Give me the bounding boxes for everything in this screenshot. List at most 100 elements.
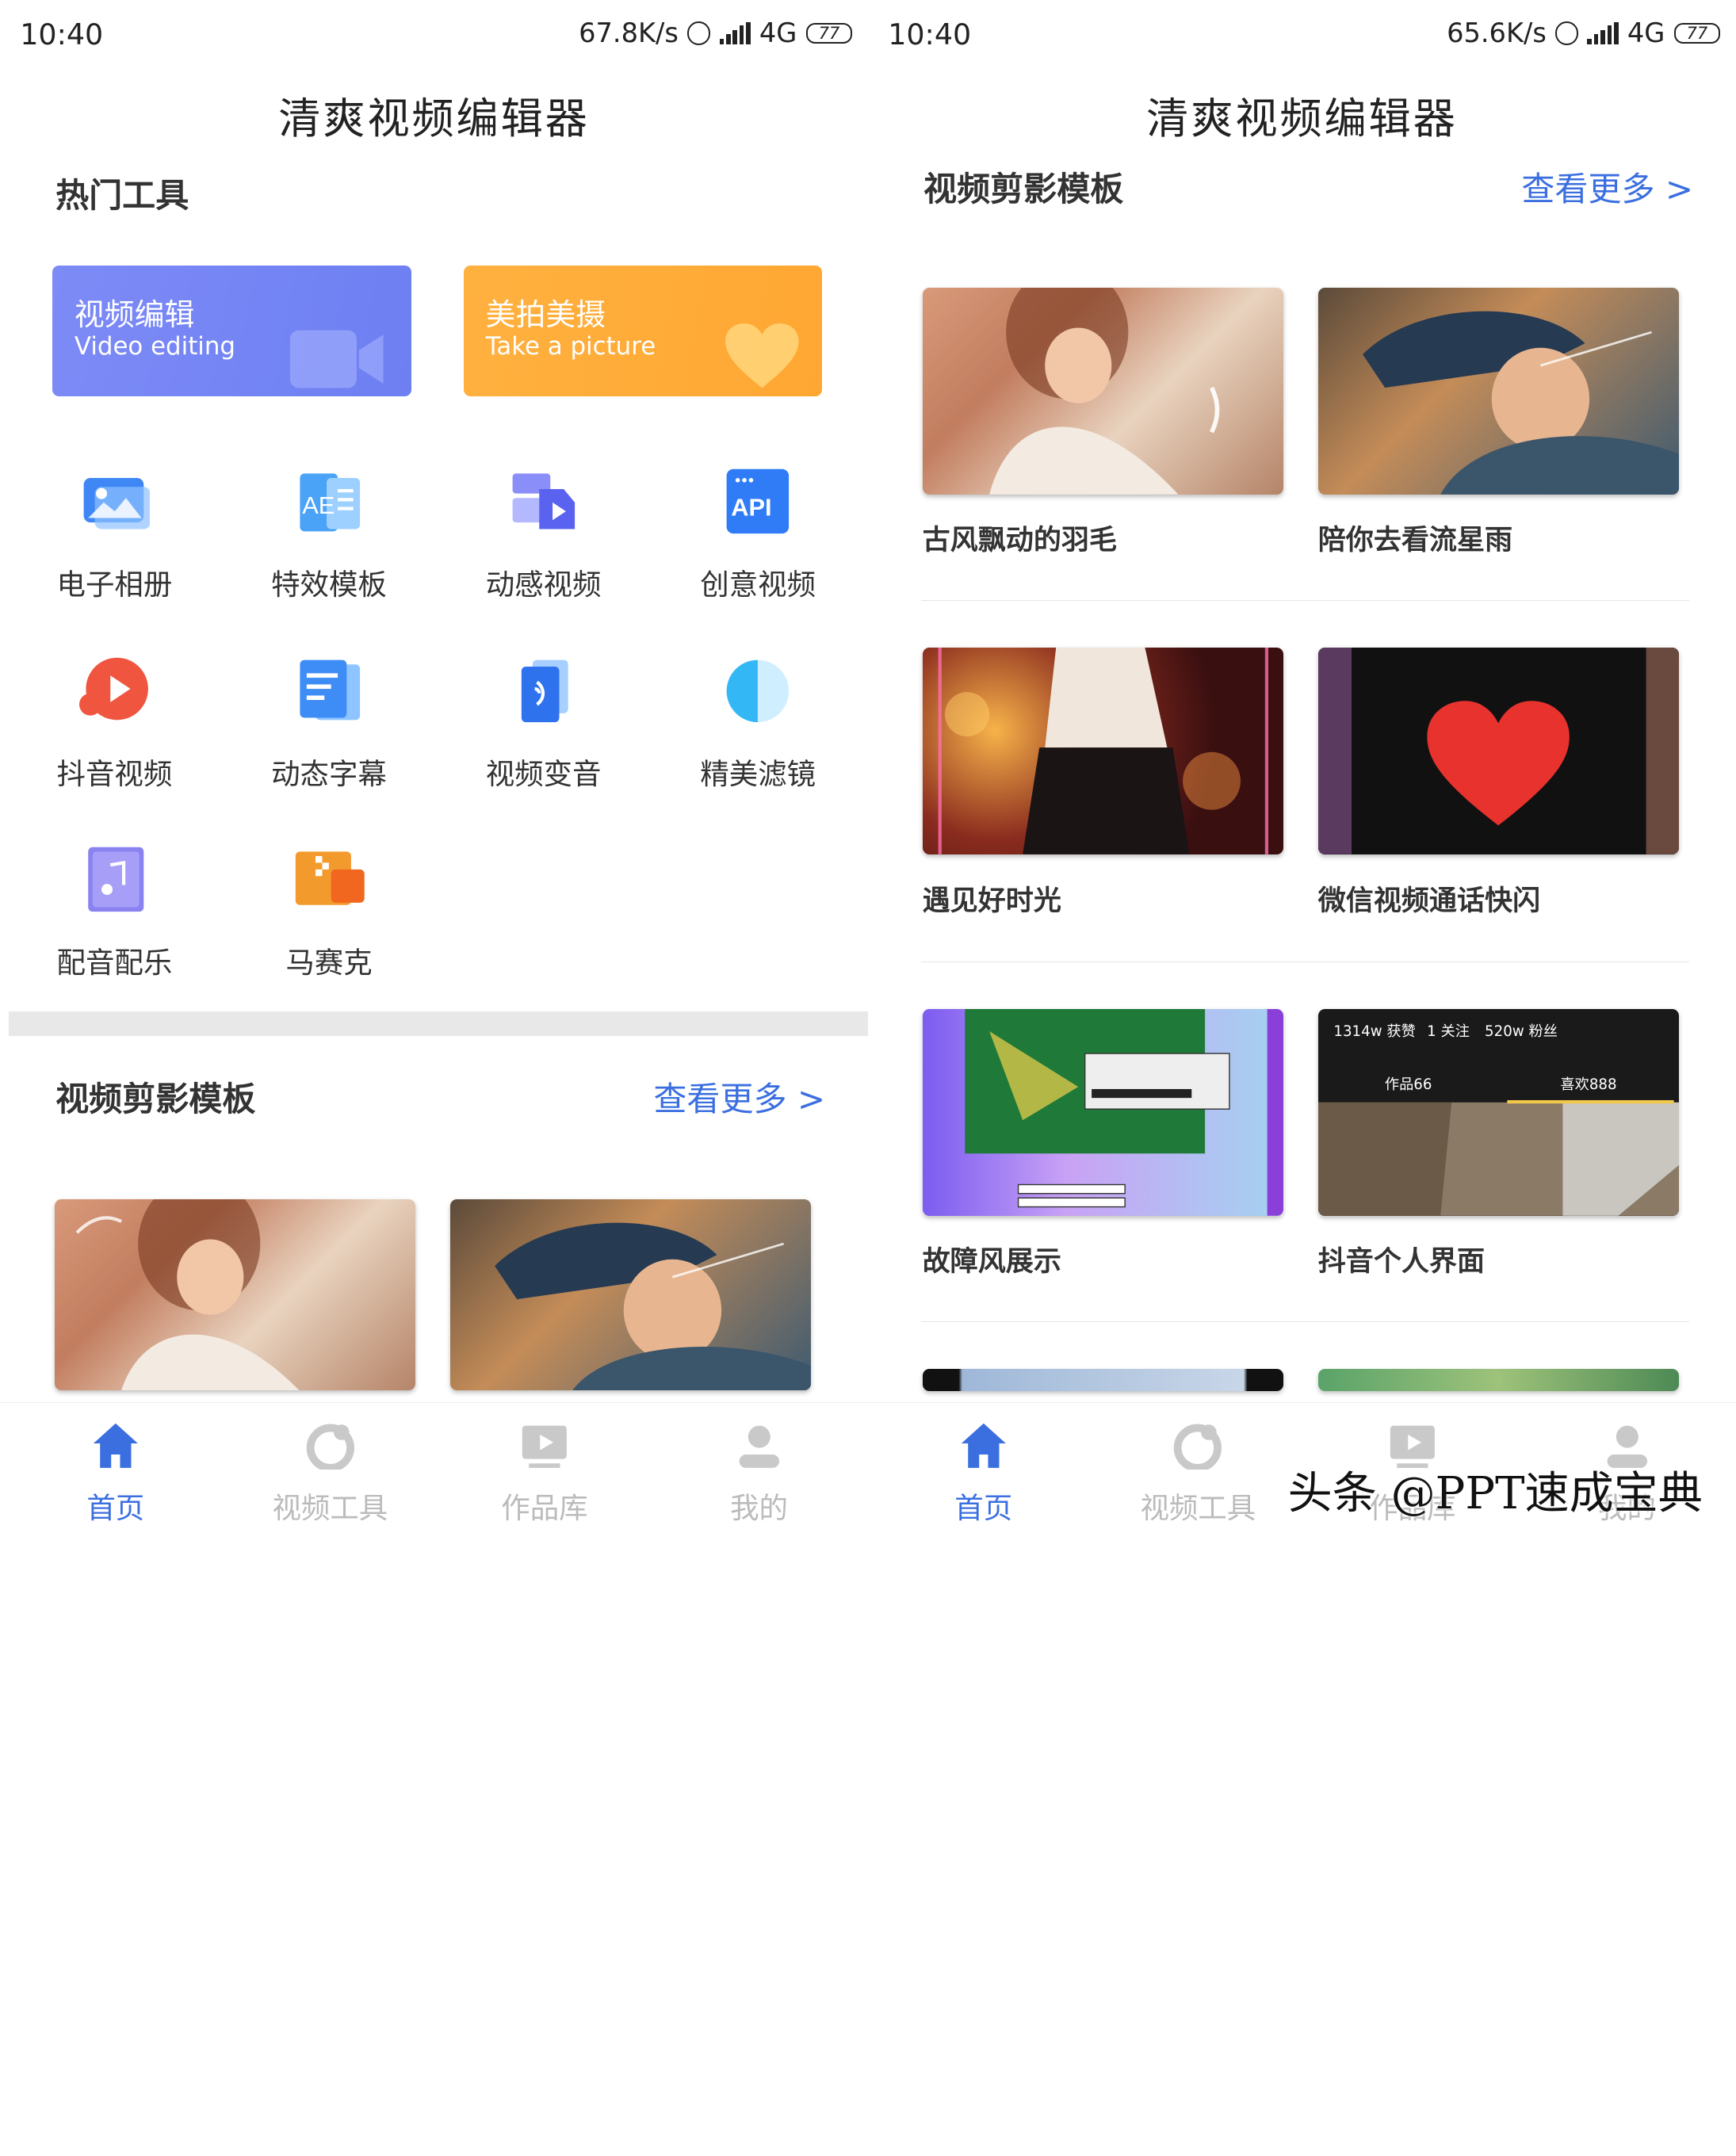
row-divider <box>921 961 1690 963</box>
tool-label: 精美滤镜 <box>700 756 816 791</box>
tab-home[interactable]: 首页 <box>27 1421 205 1527</box>
tool-voice-change[interactable]: 视频变音 <box>465 656 621 793</box>
template-thumb-good-time[interactable] <box>922 648 1284 855</box>
voice-change-icon <box>508 656 579 727</box>
tool-label: 抖音视频 <box>56 756 173 791</box>
see-more-link[interactable]: 查看更多 > <box>653 1072 825 1121</box>
take-picture-card[interactable]: 美拍美摄 Take a picture <box>463 266 823 397</box>
see-more-link[interactable]: 查看更多 > <box>1521 162 1693 211</box>
tool-label: 创意视频 <box>700 568 816 602</box>
tab-label: 作品库 <box>501 1491 588 1526</box>
profile-works-tab: 作品66 <box>1384 1076 1432 1094</box>
heart-photo <box>1317 648 1680 855</box>
tool-photo-album[interactable]: 电子相册 <box>36 467 192 604</box>
tool-filter[interactable]: 精美滤镜 <box>680 656 835 793</box>
status-time: 10:40 <box>20 17 104 52</box>
tool-label: 马赛克 <box>285 946 373 981</box>
video-camera-icon <box>289 330 384 388</box>
tab-label: 视频工具 <box>1140 1491 1256 1526</box>
alarm-icon <box>1555 21 1579 45</box>
templates-title: 视频剪影模板 <box>923 169 1124 208</box>
works-library-icon <box>520 1421 569 1470</box>
battery-icon: 77 <box>1673 22 1721 44</box>
tool-mosaic[interactable]: 马赛克 <box>251 845 407 982</box>
photo-album-icon <box>79 467 151 538</box>
bokeh-photo <box>938 648 1268 855</box>
feather-photo <box>75 1198 300 1390</box>
battery-icon: 77 <box>805 22 853 44</box>
api-icon: API <box>722 467 793 538</box>
tool-label: 特效模板 <box>271 568 387 602</box>
tab-video-tools[interactable]: 视频工具 <box>241 1421 419 1527</box>
template-thumb-meteor[interactable] <box>449 1198 812 1390</box>
tool-label: 电子相册 <box>56 568 173 602</box>
tab-label: 首页 <box>954 1491 1013 1526</box>
profile-follow: 1 关注 <box>1427 1023 1470 1041</box>
template-label: 抖音个人界面 <box>1317 1245 1486 1279</box>
section-divider <box>9 1011 868 1036</box>
dynamic-video-icon <box>508 467 579 538</box>
template-label: 陪你去看流星雨 <box>1317 524 1513 557</box>
home-icon <box>959 1421 1008 1470</box>
video-tools-icon <box>306 1421 355 1472</box>
tool-douyin-video[interactable]: 抖音视频 <box>36 656 192 793</box>
tab-label: 首页 <box>86 1491 145 1526</box>
template-thumb-wechat-flash[interactable] <box>1317 648 1680 855</box>
row-divider <box>921 1321 1690 1323</box>
home-icon <box>91 1421 140 1470</box>
svg-text:AE: AE <box>302 491 335 519</box>
network-type: 4G <box>759 17 797 49</box>
tab-label: 视频工具 <box>272 1491 388 1526</box>
tool-label: 动态字幕 <box>271 756 387 791</box>
network-type: 4G <box>1627 17 1665 49</box>
tool-effects-template[interactable]: AE 特效模板 <box>251 467 407 604</box>
tool-dynamic-subtitle[interactable]: 动态字幕 <box>251 656 407 793</box>
tab-home[interactable]: 首页 <box>895 1421 1073 1527</box>
tool-label: 配音配乐 <box>56 946 173 981</box>
alarm-icon <box>687 21 711 45</box>
status-indicators: 67.8K/s 4G 77 <box>579 17 853 49</box>
tool-dubbing-music[interactable]: 配音配乐 <box>36 845 192 982</box>
template-thumb-feather[interactable] <box>54 1198 416 1390</box>
subtitle-icon <box>293 656 365 727</box>
tool-creative-video[interactable]: API 创意视频 <box>680 467 835 604</box>
template-label: 故障风展示 <box>922 1245 1061 1279</box>
mosaic-icon <box>293 845 365 916</box>
feather-photo <box>988 288 1219 495</box>
template-thumb-peek[interactable] <box>1317 1369 1680 1392</box>
tab-video-tools[interactable]: 视频工具 <box>1109 1421 1287 1527</box>
screenshot-pair: 10:40 67.8K/s 4G 77 清爽视频编辑器 热门工具 视频编辑 Vi… <box>0 0 1736 2156</box>
video-editing-card[interactable]: 视频编辑 Video editing <box>52 266 411 397</box>
home-screen-left: 10:40 67.8K/s 4G 77 清爽视频编辑器 热门工具 视频编辑 Vi… <box>0 0 868 1539</box>
svg-text:API: API <box>731 494 771 522</box>
effects-template-icon: AE <box>293 467 365 538</box>
template-thumb-glitch[interactable] <box>922 1009 1284 1216</box>
meteor-photo <box>1362 311 1680 495</box>
row-divider <box>921 600 1690 602</box>
status-bar: 10:40 67.8K/s 4G 77 <box>0 16 868 55</box>
template-thumb-meteor[interactable] <box>1317 288 1680 495</box>
card-title: 美拍美摄 <box>485 296 606 332</box>
play-icon <box>78 656 151 727</box>
template-thumb-douyin-profile[interactable]: 1314w 获赞 1 关注 520w 粉丝 作品66 喜欢888 <box>1317 1009 1680 1216</box>
profile-fans: 520w 粉丝 <box>1485 1023 1558 1041</box>
music-icon <box>79 845 151 916</box>
template-label: 微信视频通话快闪 <box>1317 884 1541 917</box>
tab-works-library[interactable]: 作品库 <box>456 1421 633 1527</box>
tab-label: 我的 <box>730 1491 788 1526</box>
tab-profile[interactable]: 我的 <box>670 1421 847 1527</box>
templates-screen-right: 10:40 65.6K/s 4G 77 清爽视频编辑器 视频剪影模板 查看更多 … <box>867 0 1736 1539</box>
profile-favs-tab: 喜欢888 <box>1560 1076 1617 1094</box>
filter-icon <box>722 656 793 727</box>
template-thumb-peek[interactable] <box>922 1369 1284 1392</box>
card-title: 视频编辑 <box>74 296 195 332</box>
tool-dynamic-video[interactable]: 动感视频 <box>465 467 621 604</box>
network-speed: 65.6K/s <box>1447 17 1547 49</box>
app-title: 清爽视频编辑器 <box>278 94 590 143</box>
glitch-photo <box>964 1009 1284 1216</box>
signal-icon <box>719 21 751 44</box>
tool-label: 动感视频 <box>485 568 602 602</box>
template-thumb-feather[interactable] <box>922 288 1284 495</box>
heart-icon <box>725 323 800 388</box>
watermark: 头条 @PPT速成宝典 <box>1287 1468 1703 1520</box>
